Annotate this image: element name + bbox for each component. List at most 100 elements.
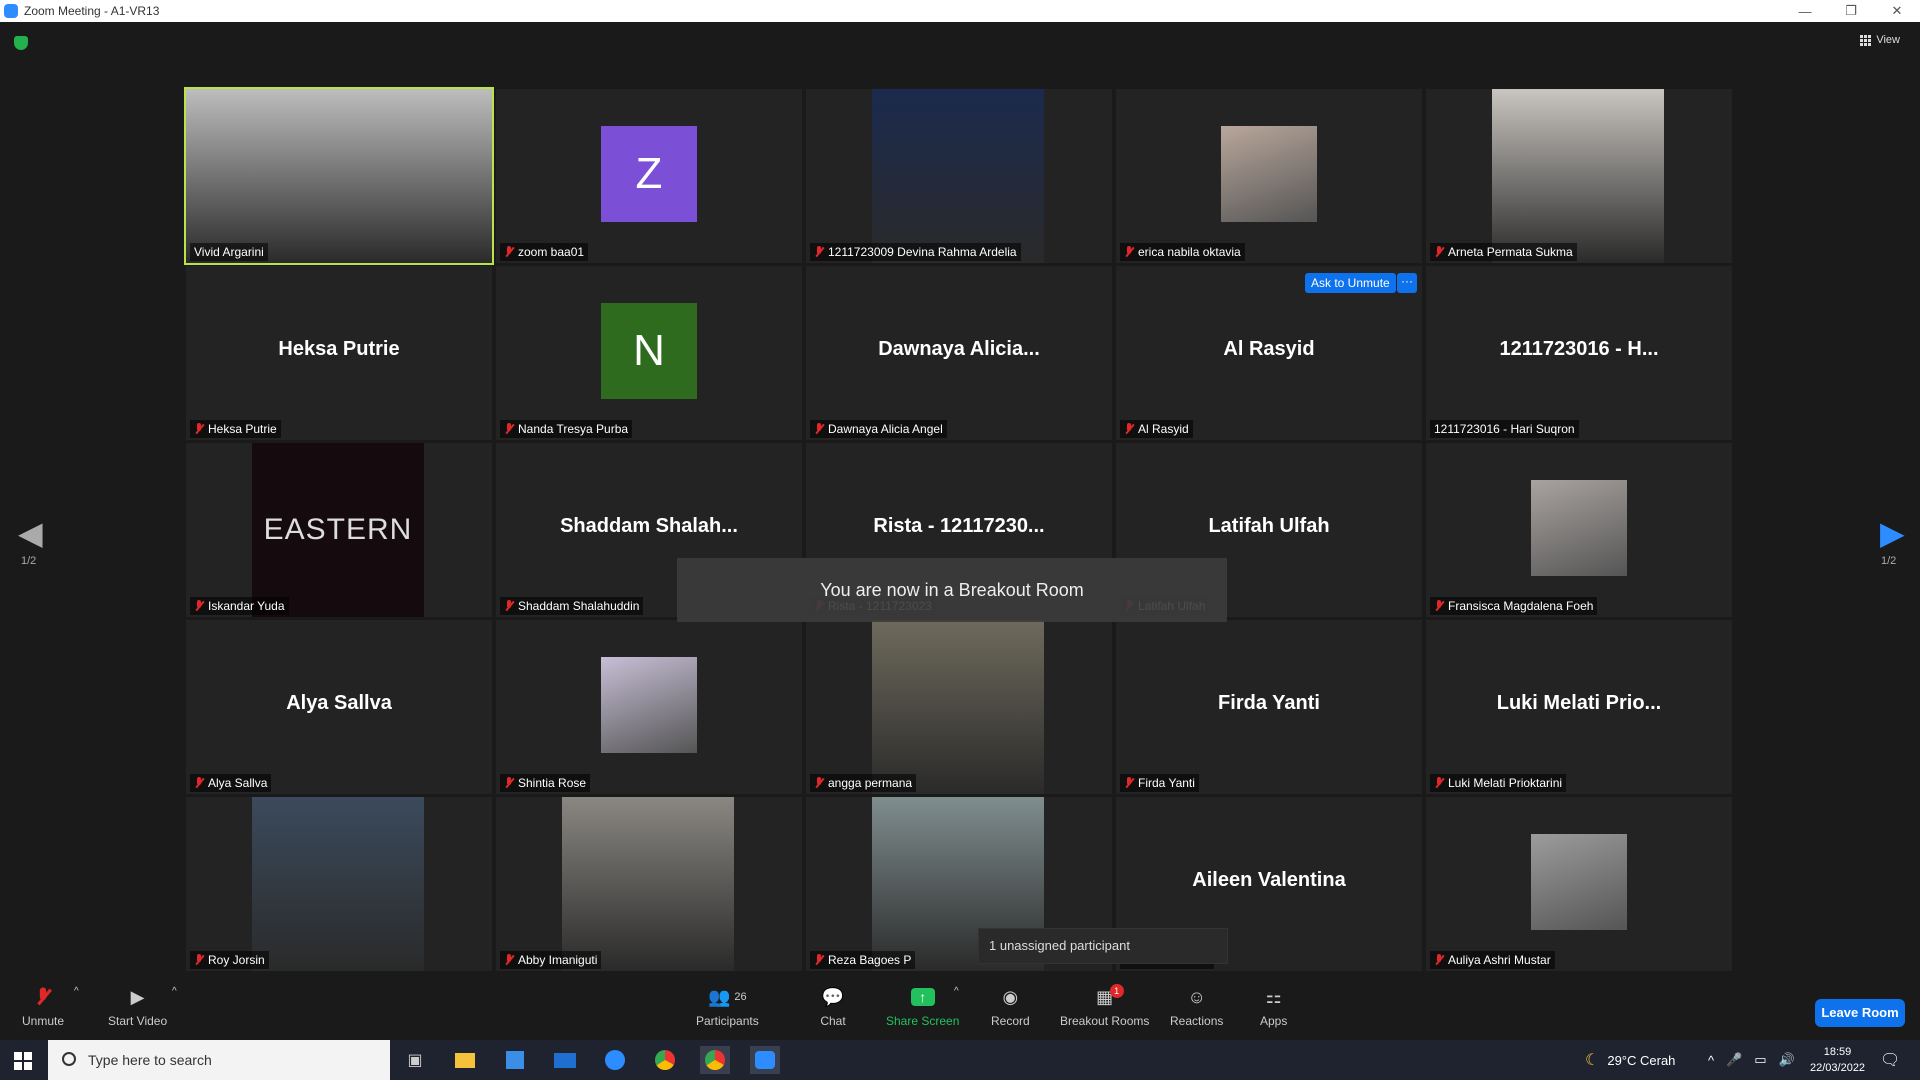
participant-display-name: Latifah Ulfah [1208, 515, 1330, 537]
participant-name-label: Vivid Argarini [190, 243, 268, 261]
muted-mic-icon [504, 600, 514, 612]
store-icon[interactable] [500, 1046, 530, 1074]
chat-button[interactable]: 💬 Chat [820, 986, 846, 1029]
participant-tile[interactable]: Firda Yanti Firda Yanti [1116, 620, 1422, 794]
unmute-label: Unmute [22, 1014, 65, 1028]
participant-video [562, 797, 734, 971]
participant-tile[interactable]: Zzoom baa01 [496, 89, 802, 263]
chrome-active-icon[interactable] [700, 1046, 730, 1074]
muted-mic-icon [814, 954, 824, 966]
file-explorer-icon[interactable] [450, 1046, 480, 1074]
microphone-tray-icon[interactable]: 🎤 [1726, 1052, 1742, 1068]
video-options-caret-icon[interactable]: ^ [172, 986, 177, 997]
breakout-rooms-button[interactable]: ▦ 1 Breakout Rooms [1060, 984, 1150, 1028]
participant-name: Roy Jorsin [208, 953, 265, 967]
participant-tile[interactable]: Dawnaya Alicia... Dawnaya Alicia Angel [806, 266, 1112, 440]
encryption-shield-icon[interactable] [14, 36, 28, 50]
participant-tile[interactable]: EASTERN Iskandar Yuda [186, 443, 492, 617]
taskbar-search-box[interactable]: Type here to search [48, 1040, 390, 1080]
participant-tile[interactable]: Abby Imaniguti [496, 797, 802, 971]
maximize-button[interactable]: ❐ [1828, 0, 1874, 22]
participants-button[interactable]: 👥 26 Participants [696, 986, 759, 1029]
participant-tile[interactable]: Luki Melati Prio... Luki Melati Prioktari… [1426, 620, 1732, 794]
participant-name: angga permana [828, 776, 913, 790]
participant-tile[interactable]: Roy Jorsin [186, 797, 492, 971]
participant-avatar: N [601, 303, 697, 399]
participant-name: Alya Sallva [208, 776, 268, 790]
participant-tile[interactable]: Heksa Putrie Heksa Putrie [186, 266, 492, 440]
zoom-app-icon [4, 4, 18, 18]
leave-room-button[interactable]: Leave Room [1815, 999, 1905, 1027]
participants-icon: 👥 26 [708, 986, 747, 1007]
participant-display-name: Aileen Valentina [1192, 869, 1346, 891]
participant-name: Shintia Rose [518, 776, 587, 790]
ask-to-unmute-button[interactable]: Ask to Unmute [1305, 273, 1396, 293]
task-view-icon[interactable]: ▣ [400, 1046, 430, 1074]
participant-display-name: Rista - 12117230... [873, 515, 1045, 537]
chat-label: Chat [820, 1014, 846, 1028]
participant-name-label: Reza Bagoes P [810, 951, 916, 969]
unassigned-participant-popup[interactable]: 1 unassigned participant [978, 928, 1228, 964]
share-screen-button[interactable]: ↑ Share Screen [886, 986, 959, 1028]
participant-tile[interactable]: Shintia Rose [496, 620, 802, 794]
close-button[interactable]: ✕ [1874, 0, 1920, 22]
participant-tile[interactable]: angga permana [806, 620, 1112, 794]
breakout-rooms-icon: ▦ 1 [1092, 984, 1124, 1008]
video-off-icon: ▶ [130, 986, 145, 1007]
muted-mic-icon [1434, 954, 1444, 966]
participant-name: Heksa Putrie [208, 422, 277, 436]
zoom-meeting-taskbar-icon[interactable] [750, 1046, 780, 1074]
share-screen-label: Share Screen [886, 1014, 960, 1028]
participant-tile[interactable]: 1211723009 Devina Rahma Ardelia [806, 89, 1112, 263]
participant-name: Fransisca Magdalena Foeh [1448, 599, 1594, 613]
participant-name-label: Arneta Permata Sukma [1430, 243, 1577, 261]
windows-start-icon[interactable] [14, 1052, 32, 1070]
muted-mic-icon [194, 423, 204, 435]
chat-icon: 💬 [821, 986, 845, 1007]
minimize-button[interactable]: — [1782, 0, 1828, 22]
record-button[interactable]: ◉ Record [991, 986, 1030, 1029]
chrome-icon[interactable] [650, 1046, 680, 1074]
system-tray[interactable]: ^ 🎤 ▭ 🔊 [1708, 1040, 1795, 1080]
participant-tile[interactable]: Alya Sallva Alya Sallva [186, 620, 492, 794]
participant-tile[interactable]: 1211723016 - H... 1211723016 - Hari Suqro… [1426, 266, 1732, 440]
clock-date: 22/03/2022 [1810, 1062, 1866, 1074]
participant-name: 1211723016 - Hari Suqron [1434, 422, 1575, 436]
tray-expand-icon[interactable]: ^ [1708, 1053, 1714, 1068]
zoom-taskbar-icon[interactable] [600, 1046, 630, 1074]
start-video-button[interactable]: ▶ Start Video [108, 986, 167, 1029]
share-options-caret-icon[interactable]: ^ [954, 986, 959, 997]
audio-options-caret-icon[interactable]: ^ [74, 986, 79, 997]
next-page-arrow-icon[interactable]: ▶ [1880, 514, 1905, 552]
unmute-button[interactable]: Unmute [22, 986, 64, 1028]
participant-display-name: Firda Yanti [1218, 692, 1320, 714]
participant-name: Firda Yanti [1138, 776, 1195, 790]
participant-name-label: Heksa Putrie [190, 420, 281, 438]
video-gallery-grid: Vivid Argarini Zzoom baa01 1211723009 Devi… [184, 87, 1734, 973]
participant-tile[interactable]: N Nanda Tresya Purba [496, 266, 802, 440]
participant-display-name: Shaddam Shalah... [560, 515, 738, 537]
view-button[interactable]: View [1860, 34, 1900, 46]
weather-text: 29°C Cerah [1607, 1052, 1676, 1068]
apps-button[interactable]: ⚏ Apps [1260, 986, 1287, 1029]
breakout-rooms-label: Breakout Rooms [1060, 1014, 1150, 1028]
previous-page-arrow-icon[interactable]: ◀ [18, 514, 43, 552]
mail-icon[interactable] [550, 1046, 580, 1074]
network-tray-icon[interactable]: ▭ [1754, 1052, 1766, 1068]
volume-tray-icon[interactable]: 🔊 [1779, 1052, 1795, 1068]
participant-tile[interactable]: erica nabila oktavia [1116, 89, 1422, 263]
weather-widget[interactable]: ☾ 29°C Cerah [1585, 1040, 1675, 1080]
participant-name: Al Rasyid [1138, 422, 1189, 436]
tile-more-options-button[interactable]: ··· [1397, 273, 1417, 293]
participant-tile[interactable]: Fransisca Magdalena Foeh [1426, 443, 1732, 617]
reactions-button[interactable]: ☺ Reactions [1170, 986, 1223, 1029]
participant-tile[interactable]: Vivid Argarini [184, 87, 494, 265]
muted-mic-icon [1434, 600, 1444, 612]
participant-tile[interactable]: Arneta Permata Sukma [1426, 89, 1732, 263]
participant-name-label: Dawnaya Alicia Angel [810, 420, 947, 438]
notifications-icon[interactable]: 🗨 [1880, 1040, 1900, 1080]
participant-tile[interactable]: Auliya Ashri Mustar [1426, 797, 1732, 971]
taskbar-clock[interactable]: 18:59 22/03/2022 [1810, 1044, 1865, 1076]
view-label: View [1876, 34, 1900, 46]
page-indicator-left: 1/2 [21, 555, 37, 567]
